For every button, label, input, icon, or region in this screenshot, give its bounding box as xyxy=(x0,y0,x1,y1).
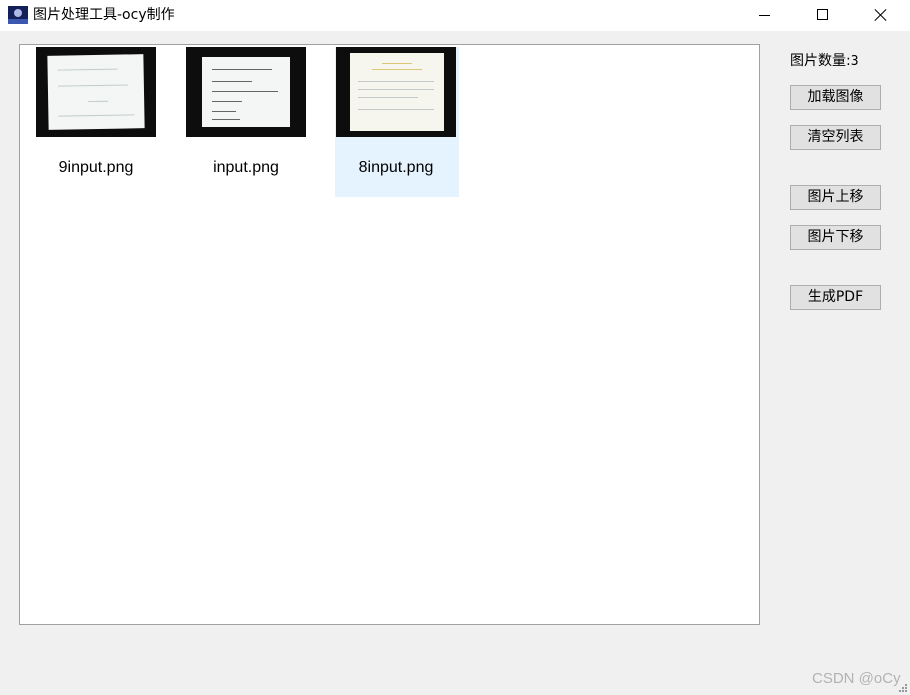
image-count-text: 图片数量: xyxy=(790,53,851,69)
move-up-button[interactable]: 图片上移 xyxy=(790,185,881,210)
clear-list-button[interactable]: 清空列表 xyxy=(790,125,881,150)
image-thumbnail xyxy=(186,47,306,137)
image-filename: 8input.png xyxy=(358,159,434,176)
load-images-button[interactable]: 加载图像 xyxy=(790,85,881,110)
image-list[interactable]: 9input.png input.png 8input.png xyxy=(19,44,760,625)
image-list-item[interactable]: input.png xyxy=(185,47,309,197)
move-down-button[interactable]: 图片下移 xyxy=(790,225,881,250)
image-filename: input.png xyxy=(213,159,279,176)
generate-pdf-button[interactable]: 生成PDF xyxy=(790,285,881,310)
image-thumbnail xyxy=(36,47,156,137)
close-button[interactable] xyxy=(852,0,910,31)
image-filename: 9input.png xyxy=(58,159,134,176)
image-count-value: 3 xyxy=(850,54,859,69)
title-bar: 图片处理工具-ocy制作 xyxy=(0,0,910,31)
image-list-item-selected[interactable]: 8input.png xyxy=(335,47,459,197)
image-list-item[interactable]: 9input.png xyxy=(35,47,159,197)
minimize-button[interactable] xyxy=(736,0,794,31)
close-icon xyxy=(875,9,887,21)
app-icon xyxy=(8,6,28,24)
resize-grip-icon[interactable] xyxy=(899,684,909,694)
image-thumbnail xyxy=(336,47,456,137)
minimize-icon xyxy=(759,15,770,16)
window-title: 图片处理工具-ocy制作 xyxy=(33,7,175,23)
maximize-button[interactable] xyxy=(794,0,852,31)
maximize-icon xyxy=(817,9,828,20)
image-count-label: 图片数量:3 xyxy=(790,52,859,71)
watermark: CSDN @oCy xyxy=(812,670,901,687)
